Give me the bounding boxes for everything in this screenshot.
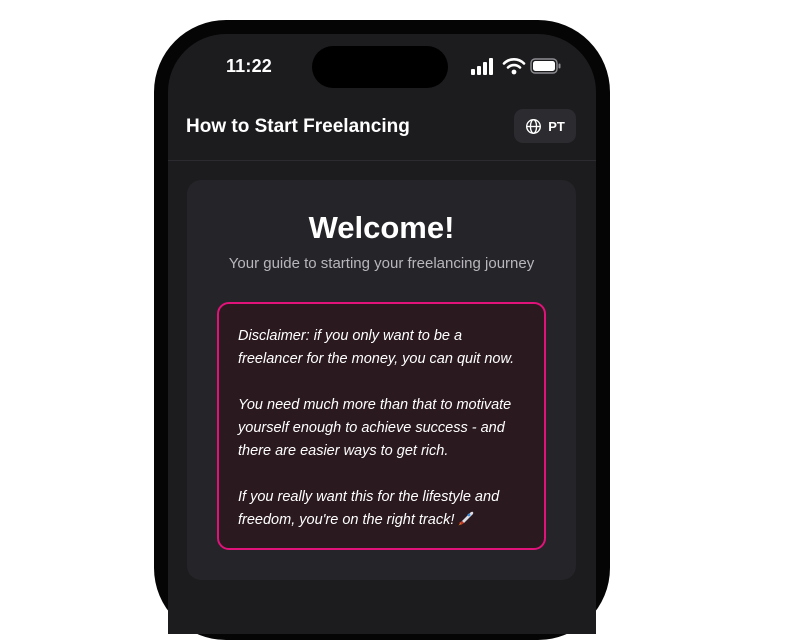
disclaimer-box: Disclaimer: if you only want to be a fre…: [217, 302, 546, 550]
disclaimer-paragraph: Disclaimer: if you only want to be a fre…: [238, 328, 515, 367]
welcome-subtitle: Your guide to starting your freelancing …: [228, 255, 535, 272]
welcome-title: Welcome!: [308, 210, 455, 245]
dynamic-island: [312, 46, 448, 88]
page-title: How to Start Freelancing: [186, 116, 410, 137]
welcome-card: Welcome! Your guide to starting your fre…: [187, 180, 576, 580]
globe-icon: [526, 118, 542, 134]
wifi-icon: [502, 58, 526, 75]
rocket-icon: [458, 511, 474, 526]
battery-icon: [530, 58, 561, 74]
disclaimer-paragraph: You need much more than that to motivate…: [238, 397, 512, 459]
disclaimer-paragraph: If you really want this for the lifestyl…: [238, 489, 500, 528]
language-toggle-button[interactable]: PT: [514, 109, 576, 143]
status-time: 11:22: [225, 56, 273, 76]
language-label: PT: [548, 118, 565, 134]
app-header: How to Start Freelancing PT: [168, 100, 596, 161]
signal-icon: [471, 58, 493, 75]
